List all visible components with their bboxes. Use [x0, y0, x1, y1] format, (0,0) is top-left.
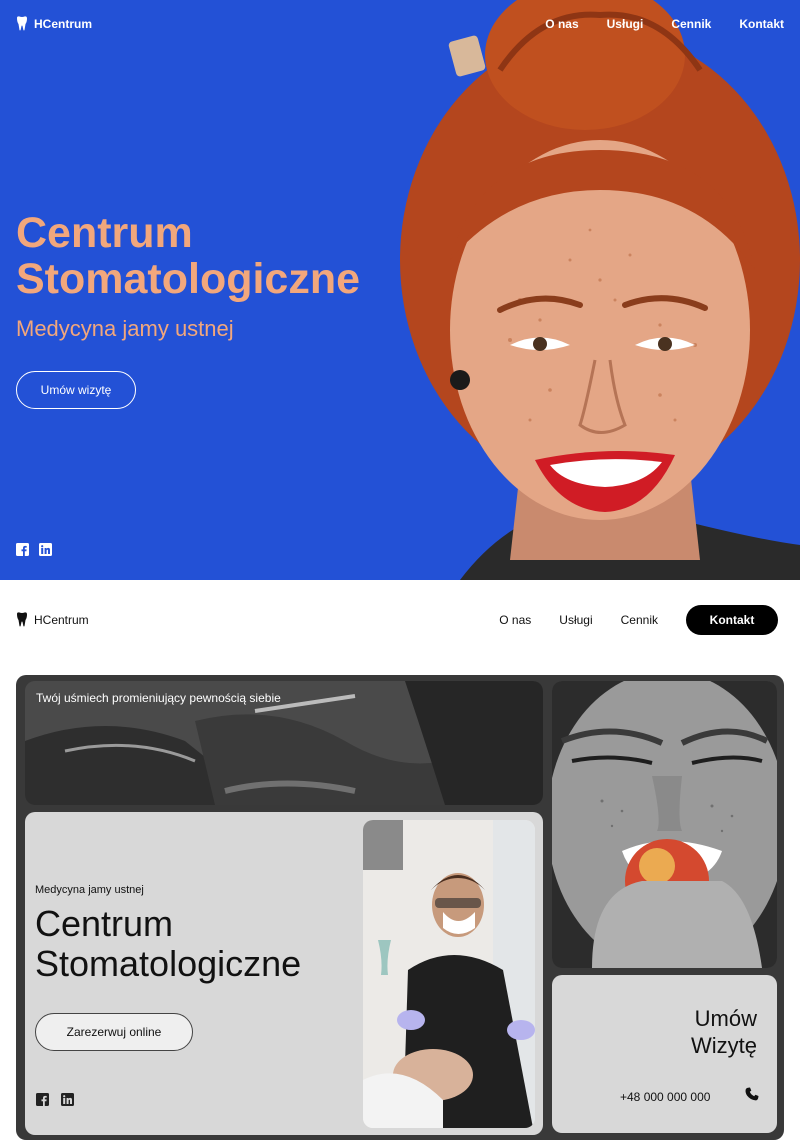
- appointment-title-line2: Wizytę: [691, 1033, 757, 1058]
- nav-link-o-nas[interactable]: O nas: [499, 613, 531, 627]
- nav-link-uslugi[interactable]: Usługi: [559, 613, 592, 627]
- brand-name: HCentrum: [34, 612, 89, 627]
- main-title-line1: Centrum: [35, 903, 174, 944]
- appointment-title-line1: Umów: [694, 1006, 757, 1031]
- banner-card: Twój uśmiech promieniujący pewnością sie…: [25, 681, 543, 805]
- nav-link-cennik[interactable]: Cennik: [621, 613, 658, 627]
- phone-number[interactable]: +48 000 000 000: [620, 1090, 710, 1104]
- alt-menu: O nas Usługi Cennik Kontakt: [471, 605, 778, 635]
- appointment-card[interactable]: Umów Wizytę +48 000 000 000: [552, 975, 777, 1133]
- hero-navbar: HCentrum O nas Usługi Cennik Kontakt: [0, 0, 800, 50]
- linkedin-icon[interactable]: [39, 543, 52, 556]
- nav-link-o-nas[interactable]: O nas: [545, 17, 578, 31]
- contact-button[interactable]: Kontakt: [686, 605, 778, 635]
- brand-name: HCentrum: [34, 16, 93, 31]
- woman-biting-apple-image: [552, 681, 777, 968]
- hero-title-line2: Stomatologiczne: [16, 255, 361, 303]
- reserve-online-button[interactable]: Zarezerwuj online: [35, 1013, 193, 1051]
- hero-subtitle: Medycyna jamy ustnej: [16, 316, 234, 341]
- hero-social-links: [16, 543, 52, 556]
- facebook-icon[interactable]: [16, 543, 29, 556]
- hero-section: HCentrum O nas Usługi Cennik Kontakt Cen…: [0, 0, 800, 580]
- banner-text: Twój uśmiech promieniujący pewnością sie…: [36, 691, 281, 705]
- appointment-title: Umów Wizytę: [691, 1005, 757, 1059]
- hero-title: Centrum Stomatologiczne: [16, 210, 360, 302]
- alt-layout-section: HCentrum O nas Usługi Cennik Kontakt Twó…: [0, 580, 800, 1147]
- bento-frame: Twój uśmiech promieniujący pewnością sie…: [16, 675, 784, 1140]
- tooth-icon: [17, 612, 27, 627]
- nav-link-kontakt[interactable]: Kontakt: [739, 17, 784, 31]
- dentist-photo: [363, 820, 535, 1128]
- main-title: Centrum Stomatologiczne: [35, 904, 301, 984]
- main-subtitle: Medycyna jamy ustnej: [35, 884, 144, 896]
- book-visit-button[interactable]: Umów wizytę: [16, 371, 136, 409]
- apple-portrait-card: [552, 681, 777, 968]
- alt-logo[interactable]: HCentrum: [16, 612, 89, 627]
- hero-menu: O nas Usługi Cennik Kontakt: [517, 17, 784, 31]
- hero-portrait-image: [400, 0, 800, 580]
- facebook-icon[interactable]: [36, 1093, 49, 1106]
- main-card: Medycyna jamy ustnej Centrum Stomatologi…: [25, 812, 543, 1135]
- phone-icon[interactable]: [745, 1087, 759, 1101]
- tooth-icon: [17, 16, 27, 31]
- hero-logo[interactable]: HCentrum: [16, 16, 92, 31]
- nav-link-cennik[interactable]: Cennik: [671, 17, 711, 31]
- linkedin-icon[interactable]: [61, 1093, 74, 1106]
- hero-title-line1: Centrum: [16, 209, 193, 257]
- nav-link-uslugi[interactable]: Usługi: [607, 17, 644, 31]
- main-social-links: [36, 1093, 74, 1106]
- dentist-at-work-image: [363, 820, 535, 1128]
- main-title-line2: Stomatologiczne: [35, 943, 302, 984]
